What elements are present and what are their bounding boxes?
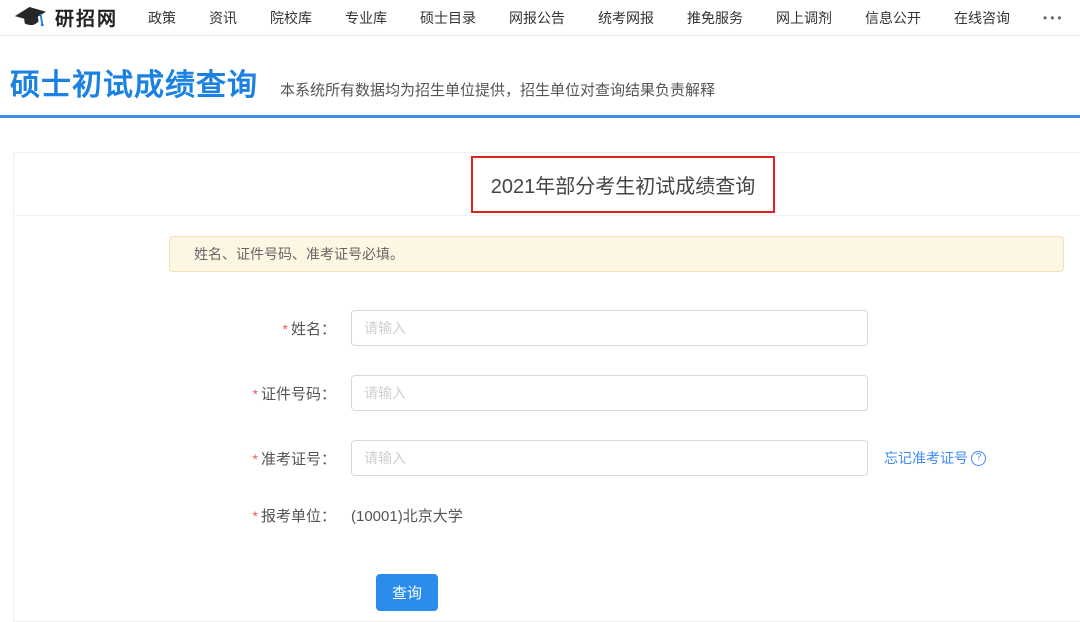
red-annotation-box: 2021年部分考生初试成绩查询 <box>471 156 775 213</box>
nav-item-info-disclosure[interactable]: 信息公开 <box>865 8 921 28</box>
forgot-ticket-link[interactable]: 忘记准考证号 ? <box>884 448 986 468</box>
graduation-cap-icon <box>14 6 48 30</box>
query-button[interactable]: 查询 <box>376 574 438 611</box>
name-label: *姓名： <box>14 318 336 339</box>
page-title: 硕士初试成绩查询 <box>10 60 258 104</box>
page-header: 硕士初试成绩查询 本系统所有数据均为招生单位提供，招生单位对查询结果负责解释 <box>0 36 1080 118</box>
blue-divider <box>0 115 1080 118</box>
nav-item-major-library[interactable]: 专业库 <box>345 8 387 28</box>
logo-text: 研招网 <box>55 4 118 31</box>
page-subtitle: 本系统所有数据均为招生单位提供，招生单位对查询结果负责解释 <box>280 79 715 100</box>
exam-ticket-input[interactable] <box>351 440 868 476</box>
forgot-ticket-link-text: 忘记准考证号 <box>884 448 968 468</box>
question-circle-icon: ? <box>971 451 986 466</box>
card-header: 2021年部分考生初试成绩查询 <box>14 153 1080 216</box>
nav-more-ellipsis[interactable]: ••• <box>1043 11 1065 25</box>
score-query-card: 2021年部分考生初试成绩查询 姓名、证件号码、准考证号必填。 *姓名： *证件… <box>13 152 1080 622</box>
form-row-name: *姓名： <box>14 310 1080 346</box>
exam-ticket-label: *准考证号： <box>14 448 336 469</box>
nav-item-online-adjustment[interactable]: 网上调剂 <box>776 8 832 28</box>
site-logo[interactable]: 研招网 <box>14 4 118 31</box>
nav-item-exemption-service[interactable]: 推免服务 <box>687 8 743 28</box>
name-input[interactable] <box>351 310 868 346</box>
main-nav: 政策 资讯 院校库 专业库 硕士目录 网报公告 统考网报 推免服务 网上调剂 信… <box>148 8 1065 28</box>
nav-item-college-library[interactable]: 院校库 <box>270 8 312 28</box>
required-mark: * <box>283 321 288 337</box>
unit-label-text: 报考单位： <box>261 508 336 525</box>
required-mark: * <box>253 386 258 402</box>
form-row-unit: *报考单位： (10001)北京大学 <box>14 505 1080 525</box>
id-number-label: *证件号码： <box>14 383 336 404</box>
form-row-id-number: *证件号码： <box>14 375 1080 411</box>
name-label-text: 姓名： <box>291 321 336 338</box>
id-number-input[interactable] <box>351 375 868 411</box>
query-form: *姓名： *证件号码： *准考证号： 忘记准考证号 ? *报考单位： (1000… <box>14 310 1080 611</box>
nav-item-policy[interactable]: 政策 <box>148 8 176 28</box>
required-mark: * <box>253 451 258 467</box>
unit-value: (10001)北京大学 <box>351 505 463 526</box>
nav-item-news[interactable]: 资讯 <box>209 8 237 28</box>
required-mark: * <box>253 508 258 524</box>
nav-item-unified-exam-report[interactable]: 统考网报 <box>598 8 654 28</box>
unit-label: *报考单位： <box>14 505 336 526</box>
nav-item-master-catalog[interactable]: 硕士目录 <box>420 8 476 28</box>
nav-item-online-consult[interactable]: 在线咨询 <box>954 8 1010 28</box>
id-number-label-text: 证件号码： <box>261 386 336 403</box>
exam-ticket-label-text: 准考证号： <box>261 451 336 468</box>
form-row-exam-ticket: *准考证号： 忘记准考证号 ? <box>14 440 1080 476</box>
top-navigation-bar: 研招网 政策 资讯 院校库 专业库 硕士目录 网报公告 统考网报 推免服务 网上… <box>0 0 1080 36</box>
required-fields-notice: 姓名、证件号码、准考证号必填。 <box>169 236 1064 272</box>
nav-item-online-report-notice[interactable]: 网报公告 <box>509 8 565 28</box>
card-title: 2021年部分考生初试成绩查询 <box>491 170 756 199</box>
